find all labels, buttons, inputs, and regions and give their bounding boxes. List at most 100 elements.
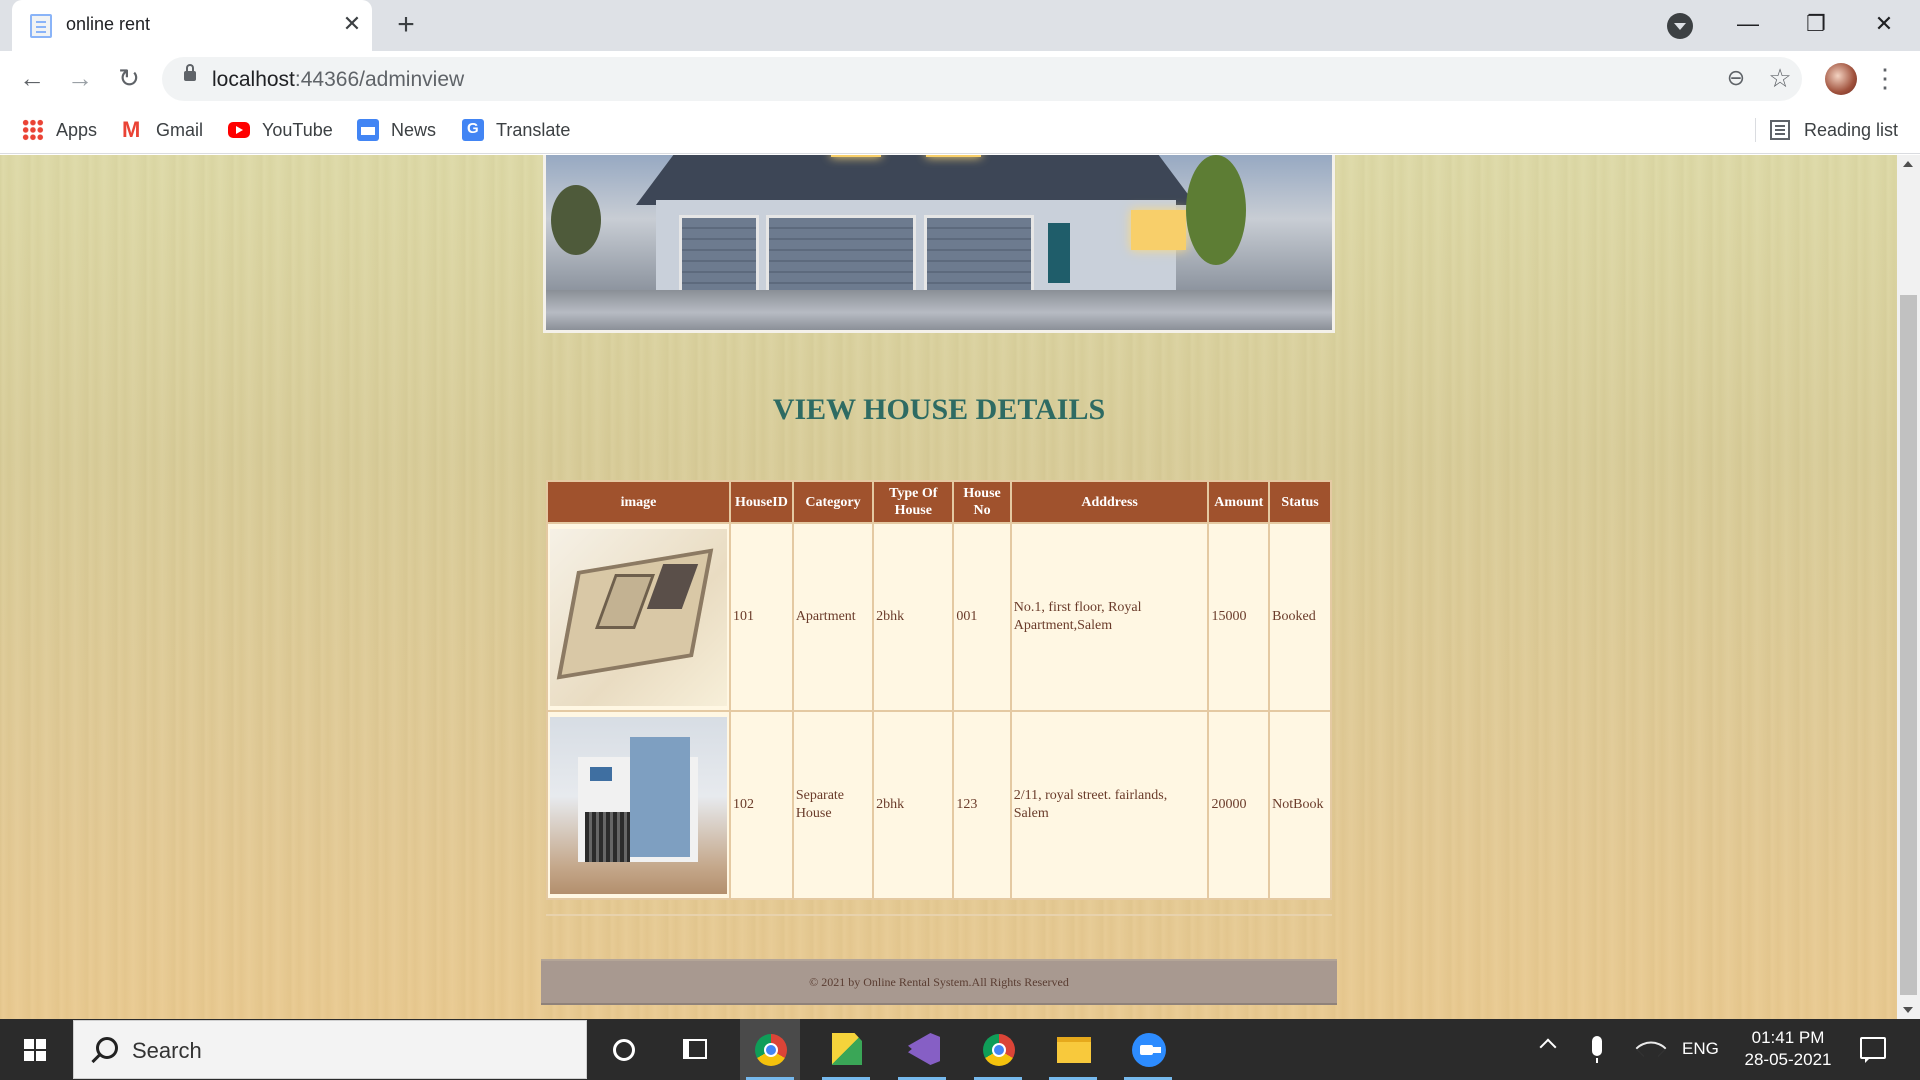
tab-close-button[interactable]: ✕ (338, 10, 366, 38)
taskbar-chrome[interactable] (740, 1019, 800, 1080)
task-view-icon (683, 1039, 707, 1059)
column-header: Status (1270, 482, 1330, 522)
taskbar-file-explorer[interactable] (1043, 1019, 1103, 1080)
category-cell: Separate House (793, 712, 873, 898)
task-view-button[interactable] (665, 1019, 725, 1080)
clock[interactable]: 01:41 PM 28-05-2021 (1738, 1027, 1838, 1071)
house-details-table: image HouseID Category Type Of House Hou… (546, 480, 1332, 900)
news-icon (357, 119, 379, 141)
tab-title: online rent (66, 14, 151, 34)
profile-avatar[interactable] (1825, 63, 1857, 95)
house-no-cell: 001 (954, 524, 1010, 710)
house-photo-gate (585, 811, 630, 862)
app-icon (832, 1033, 862, 1065)
banner-window (831, 155, 881, 157)
browser-toolbar: ← → ↻ localhost:44366/adminview ⊖ ☆ ⋮ (0, 51, 1920, 106)
restore-button[interactable]: ❐ (1796, 8, 1836, 40)
scroll-up-arrow-icon[interactable] (1903, 161, 1913, 167)
banner-roof (636, 155, 1196, 205)
taskbar-zoom[interactable] (1118, 1019, 1178, 1080)
banner-window (926, 155, 981, 157)
tab-search-button[interactable] (1667, 13, 1693, 39)
clock-time: 01:41 PM (1751, 1028, 1825, 1047)
banner-garage-door (679, 215, 759, 295)
close-window-button[interactable]: ✕ (1864, 8, 1904, 40)
tab-strip: online rent ✕ + — ❐ ✕ (0, 0, 1920, 51)
new-tab-button[interactable]: + (390, 10, 422, 42)
bookmarks-bar: Apps Gmail YouTube News Translate Readin… (0, 106, 1920, 154)
taskbar-visual-studio[interactable] (892, 1019, 952, 1080)
language-indicator[interactable]: ENG (1682, 1039, 1719, 1059)
bookmarks-divider (1755, 118, 1756, 142)
category-cell: Apartment (793, 524, 873, 710)
notification-icon[interactable] (1860, 1037, 1886, 1063)
bookmark-translate[interactable]: Translate (462, 116, 570, 144)
house-image (550, 716, 727, 894)
bookmark-star-icon[interactable]: ☆ (1766, 63, 1794, 93)
zoom-icon[interactable]: ⊖ (1722, 65, 1750, 93)
bookmark-gmail[interactable]: Gmail (122, 116, 203, 144)
translate-icon (462, 119, 484, 141)
url-text[interactable]: localhost:44366/adminview (212, 68, 464, 92)
taskbar-chrome-2[interactable] (968, 1019, 1028, 1080)
youtube-icon (228, 122, 250, 138)
cortana-button[interactable] (593, 1019, 653, 1080)
house-type-cell: 2bhk (874, 524, 953, 710)
lock-icon[interactable] (184, 64, 196, 81)
page-icon (30, 14, 52, 38)
house-id-cell: 102 (731, 712, 792, 898)
house-id-cell: 101 (731, 524, 792, 710)
address-cell: No.1, first floor, Royal Apartment,Salem (1011, 524, 1208, 710)
scroll-down-arrow-icon[interactable] (1903, 1007, 1913, 1013)
cortana-icon (613, 1039, 635, 1061)
column-header: Type Of House (874, 482, 953, 522)
house-image-cell (548, 712, 729, 898)
reload-button[interactable]: ↻ (112, 61, 146, 95)
network-icon[interactable] (1635, 1032, 1667, 1064)
divider (546, 914, 1332, 916)
column-header: Amount (1209, 482, 1269, 522)
page-viewport: VIEW HOUSE DETAILS image HouseID Categor… (0, 155, 1897, 1019)
house-photo-window (590, 766, 612, 781)
address-bar[interactable]: localhost:44366/adminview ⊖ ☆ (162, 57, 1802, 101)
reading-list-icon (1770, 120, 1790, 140)
bookmark-label: YouTube (262, 119, 333, 140)
banner-driveway (546, 290, 1332, 330)
taskbar-search-box[interactable]: Search (73, 1020, 587, 1079)
browser-tab[interactable]: online rent ✕ (12, 0, 372, 51)
banner-garage-door (766, 215, 916, 295)
bookmark-news[interactable]: News (357, 116, 436, 144)
house-image (550, 528, 727, 706)
status-cell: Booked (1270, 524, 1330, 710)
bookmark-apps[interactable]: Apps (22, 116, 97, 144)
zoom-app-icon (1132, 1033, 1166, 1067)
status-cell: NotBook (1270, 712, 1330, 898)
microphone-icon[interactable] (1592, 1036, 1602, 1063)
banner-window (1131, 210, 1186, 250)
page-title: VIEW HOUSE DETAILS (772, 393, 1106, 426)
start-button[interactable] (0, 1019, 72, 1080)
house-no-cell: 123 (954, 712, 1010, 898)
vertical-scrollbar[interactable] (1897, 155, 1920, 1019)
taskbar-app[interactable] (816, 1019, 876, 1080)
windows-taskbar: Search ENG 01:41 PM 28-05-2021 (0, 1019, 1920, 1080)
house-photo-wall (630, 736, 690, 857)
column-header: image (548, 482, 729, 522)
chevron-up-icon[interactable] (1539, 1038, 1557, 1056)
chrome-icon (755, 1034, 787, 1066)
visual-studio-icon (908, 1033, 940, 1065)
url-host: localhost (212, 68, 295, 91)
browser-menu-icon[interactable]: ⋮ (1872, 61, 1898, 95)
amount-cell: 20000 (1209, 712, 1269, 898)
amount-cell: 15000 (1209, 524, 1269, 710)
minimize-button[interactable]: — (1728, 8, 1768, 40)
banner-front-door (1048, 223, 1070, 283)
bookmark-youtube[interactable]: YouTube (228, 116, 333, 144)
scrollbar-thumb[interactable] (1900, 295, 1917, 995)
reading-list-button[interactable]: Reading list (1770, 116, 1898, 144)
column-header: HouseID (731, 482, 792, 522)
banner-tree (551, 185, 601, 255)
bookmark-label: Apps (56, 119, 98, 140)
back-button[interactable]: ← (15, 61, 49, 95)
forward-button[interactable]: → (63, 61, 97, 95)
